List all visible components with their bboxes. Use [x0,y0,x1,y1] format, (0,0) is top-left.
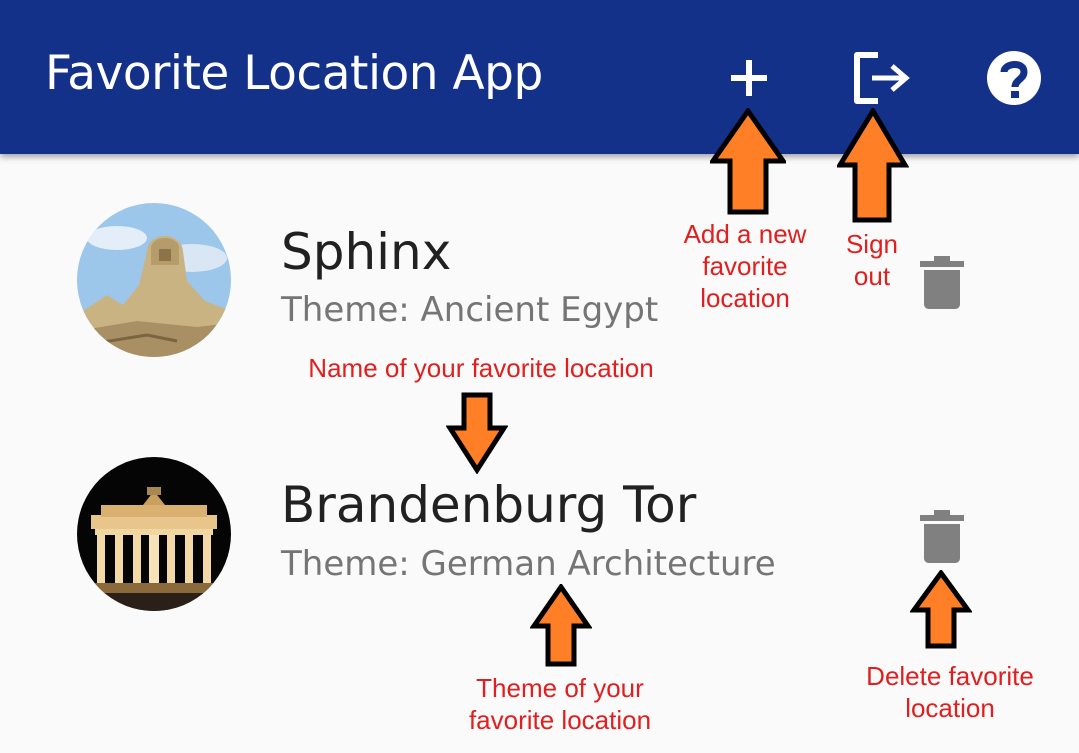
delete-location-button[interactable] [918,508,966,564]
location-name: Brandenburg Tor [281,476,697,534]
trash-icon [920,256,964,309]
annotation-line: Delete favorite [866,661,1034,691]
delete-annotation: Delete favorite location [845,660,1055,724]
logout-icon [854,52,910,104]
annotation-line: Theme of your [476,673,644,703]
plus-icon [731,60,767,96]
annotation-line: Add a new [683,219,807,249]
sphinx-photo [77,203,231,357]
name-annotation: Name of your favorite location [308,353,654,383]
delete-location-button[interactable] [918,254,966,310]
up-arrow-icon [837,108,909,223]
trash-icon [920,510,964,563]
sign-out-annotation: Sign out [822,228,922,292]
help-circle-icon [987,51,1041,105]
annotation-line: favorite location [468,705,652,735]
sign-out-button[interactable] [850,46,914,110]
annotation-line: location [905,693,995,723]
location-avatar [77,203,231,357]
add-annotation: Add a new favorite location [665,218,825,314]
location-name: Sphinx [281,223,452,281]
location-theme: Theme: German Architecture [281,544,776,584]
add-location-button[interactable] [718,46,782,110]
brandenburg-gate-photo [77,457,231,611]
theme-annotation: Theme of your favorite location [440,672,680,736]
annotation-line: Sign [845,229,899,259]
annotation-line: out [853,261,891,291]
location-theme: Theme: Ancient Egypt [281,290,659,330]
help-button[interactable] [982,46,1046,110]
annotation-line: favorite [702,251,788,281]
down-arrow-icon [446,392,508,474]
location-avatar [77,457,231,611]
up-arrow-icon [910,570,972,649]
app-title: Favorite Location App [45,46,543,101]
up-arrow-icon [710,108,786,215]
annotation-line: location [700,283,790,313]
app-bar: Favorite Location App [0,0,1079,154]
up-arrow-icon [530,584,592,667]
